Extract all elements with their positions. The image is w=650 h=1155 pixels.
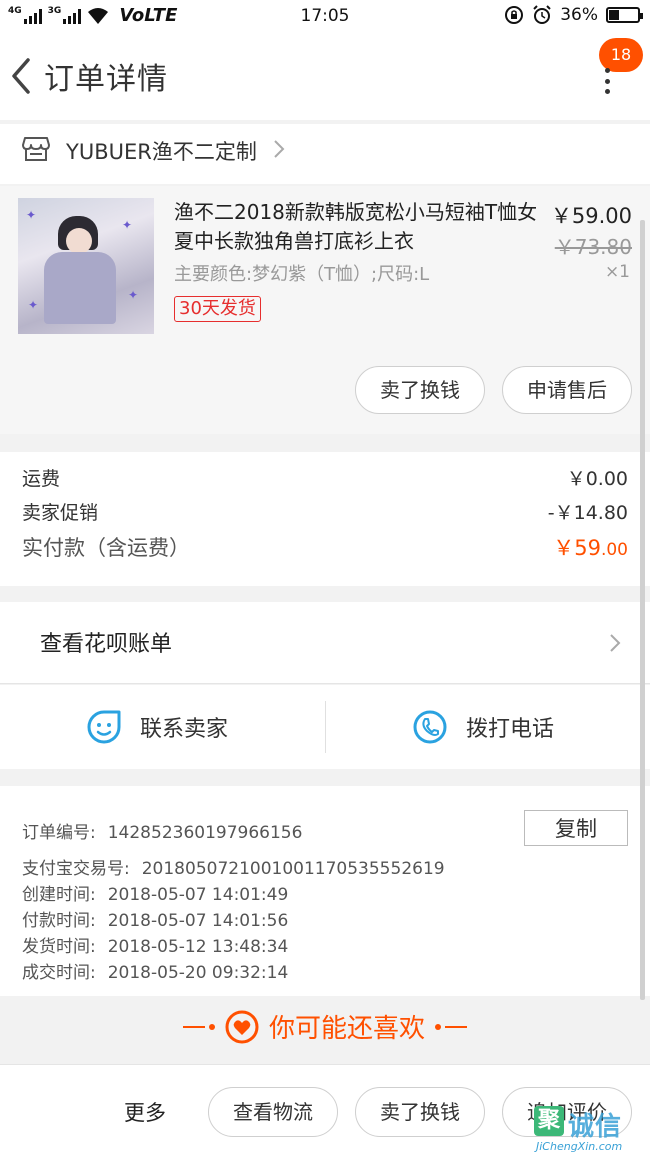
product-title[interactable]: 渔不二2018新款韩版宽松小马短袖T恤女夏中长款独角兽打底衫上衣: [174, 198, 546, 256]
dash-decoration: [435, 1023, 467, 1030]
order-number-label: 订单编号:: [22, 823, 96, 843]
alipay-number-label: 支付宝交易号:: [22, 859, 130, 879]
order-number-row: 订单编号: 142852360197966156: [22, 818, 302, 843]
shipping-row: 运费 ￥0.00: [22, 464, 628, 494]
completed-time-label: 成交时间:: [22, 963, 96, 983]
chevron-right-icon: [274, 140, 285, 158]
order-number-value: 142852360197966156: [107, 823, 303, 843]
watermark-text: 诚信: [568, 1112, 623, 1142]
page-title: 订单详情: [44, 62, 168, 97]
butterfly-decoration: ✦: [28, 298, 39, 312]
product-price: ￥59.00: [550, 204, 632, 228]
divider: [325, 701, 326, 753]
figure-shirt: [44, 252, 116, 324]
battery-icon: [606, 7, 643, 23]
back-arrow-icon[interactable]: [8, 56, 38, 96]
dash-decoration: [182, 1023, 215, 1030]
watermark-url: JiChengXin.com: [536, 1140, 623, 1153]
created-time-row: 创建时间: 2018-05-07 14:01:49: [22, 880, 288, 905]
copy-order-number-button[interactable]: 复制: [524, 810, 628, 846]
contact-seller-button[interactable]: 联系卖家: [86, 703, 228, 751]
completed-time-row: 成交时间: 2018-05-20 09:32:14: [22, 958, 288, 983]
butterfly-decoration: ✦: [122, 218, 133, 232]
huabei-bill-label: 查看花呗账单: [40, 632, 173, 657]
fee-summary: 运费 ￥0.00 卖家促销 -￥14.80 实付款（含运费） ￥59.00: [0, 452, 650, 586]
header: 订单详情 18: [0, 34, 650, 120]
rotation-lock-icon: [505, 6, 524, 24]
butterfly-decoration: ✦: [26, 208, 37, 222]
alipay-number-row: 支付宝交易号: 2018050721001001170535552619: [22, 854, 445, 879]
sell-for-cash-button[interactable]: 卖了换钱: [355, 366, 485, 414]
alarm-icon: [533, 5, 551, 24]
call-phone-button[interactable]: 拨打电话: [412, 703, 554, 751]
promo-value: -￥14.80: [547, 502, 628, 524]
chat-face-icon: [87, 710, 121, 744]
total-label: 实付款（含运费）: [22, 536, 190, 560]
status-bar: 4G 3G VoLTE 17:05 36%: [0, 0, 650, 34]
heart-icon: [225, 1010, 259, 1043]
after-sale-button[interactable]: 申请售后: [502, 366, 632, 414]
huabei-bill-row[interactable]: 查看花呗账单: [0, 602, 650, 684]
sell-for-cash-button-bottom[interactable]: 卖了换钱: [355, 1087, 485, 1137]
product-original-price: ￥73.80: [554, 235, 632, 259]
created-time-value: 2018-05-07 14:01:49: [107, 885, 289, 905]
contact-seller-label: 联系卖家: [140, 717, 229, 742]
status-right: 36%: [504, 5, 643, 25]
call-phone-label: 拨打电话: [466, 717, 555, 742]
more-menu-icon[interactable]: [600, 68, 614, 94]
total-value-main: ￥59: [553, 536, 601, 560]
paid-time-label: 付款时间:: [22, 911, 96, 931]
total-row: 实付款（含运费） ￥59.00: [22, 532, 628, 562]
product-quantity: ×1: [604, 262, 630, 282]
contact-bar: 联系卖家 拨打电话: [0, 685, 650, 769]
shipping-value: ￥0.00: [566, 468, 628, 490]
product-sku: 主要颜色:梦幻紫（T恤）;尺码:L: [174, 264, 430, 285]
promo-label: 卖家促销: [22, 502, 99, 524]
total-value: ￥59.00: [553, 532, 628, 562]
shipped-time-label: 发货时间:: [22, 937, 96, 957]
figure-face: [66, 228, 92, 254]
product-card[interactable]: ✦ ✦ ✦ ✦ 渔不二2018新款韩版宽松小马短袖T恤女夏中长款独角兽打底衫上衣…: [0, 186, 650, 434]
scrollbar[interactable]: [640, 220, 645, 1000]
paid-time-row: 付款时间: 2018-05-07 14:01:56: [22, 906, 288, 931]
more-link[interactable]: 更多: [124, 1097, 166, 1127]
shipping-label: 运费: [22, 468, 61, 490]
shop-name: YUBUER渔不二定制: [66, 140, 257, 164]
shop-icon: [22, 137, 50, 161]
phone-icon: [413, 710, 447, 744]
watermark: 聚 诚信 JiChengXin.com: [532, 1100, 650, 1155]
view-logistics-button[interactable]: 查看物流: [208, 1087, 338, 1137]
completed-time-value: 2018-05-20 09:32:14: [107, 963, 289, 983]
butterfly-decoration: ✦: [128, 288, 139, 302]
chevron-right-icon: [610, 634, 621, 652]
shipped-time-row: 发货时间: 2018-05-12 13:48:34: [22, 932, 288, 957]
shipped-time-value: 2018-05-12 13:48:34: [107, 937, 289, 957]
watermark-logo: 聚: [534, 1106, 564, 1136]
total-value-cents: .00: [600, 540, 628, 560]
product-thumbnail[interactable]: ✦ ✦ ✦ ✦: [18, 198, 154, 334]
recommend-heading: 你可能还喜欢: [0, 1008, 650, 1045]
recommend-label: 你可能还喜欢: [268, 1014, 425, 1044]
order-info: 订单编号: 142852360197966156 复制 支付宝交易号: 201805…: [0, 786, 650, 996]
recommend-divider: 你可能还喜欢: [0, 998, 650, 1060]
promo-row: 卖家促销 -￥14.80: [22, 498, 628, 528]
delivery-tag: 30天发货: [174, 296, 261, 322]
message-count-badge[interactable]: 18: [599, 38, 643, 72]
alipay-number-value: 2018050721001001170535552619: [141, 859, 445, 879]
paid-time-value: 2018-05-07 14:01:56: [107, 911, 289, 931]
created-time-label: 创建时间:: [22, 885, 96, 905]
battery-percent: 36%: [560, 5, 598, 25]
battery-level: [609, 10, 619, 20]
shop-row[interactable]: YUBUER渔不二定制: [0, 124, 650, 184]
